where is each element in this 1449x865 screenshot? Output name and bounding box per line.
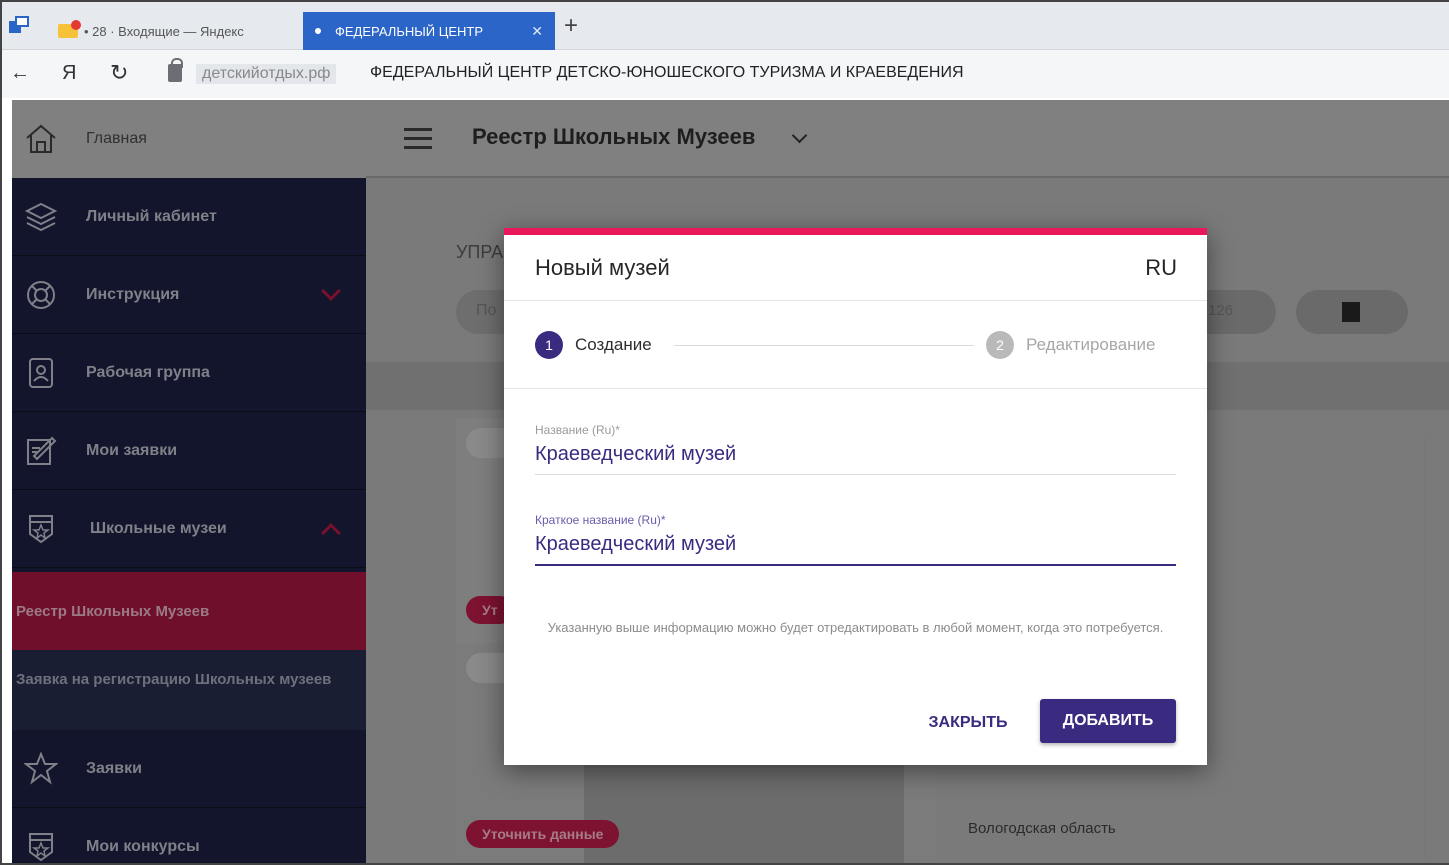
add-button[interactable]: ДОБАВИТЬ (1040, 699, 1176, 743)
sidebar-item-label: Личный кабинет (86, 207, 217, 225)
chevron-up-icon[interactable] (321, 523, 341, 543)
sidebar-home-label: Главная (86, 130, 147, 147)
map-button[interactable] (1296, 290, 1408, 334)
section-heading: УПРА (456, 242, 504, 262)
sidebar-item-school-museums[interactable]: Школьные музеи (12, 490, 366, 568)
sidebar: Главная Личный кабинет Инструкция Рабоча… (12, 100, 366, 863)
sidebar-item-my-applications[interactable]: Мои заявки (12, 412, 366, 490)
step-1-number[interactable]: 1 (535, 331, 563, 359)
back-arrow-icon[interactable]: ← (10, 62, 30, 85)
address-page-title[interactable]: ФЕДЕРАЛЬНЫЙ ЦЕНТР ДЕТСКО-ЮНОШЕСКОГО ТУРИ… (370, 64, 964, 82)
close-button[interactable]: ЗАКРЫТЬ (908, 703, 1028, 743)
sidebar-item-label: Мои заявки (86, 441, 178, 459)
sidebar-active-label: Реестр Школьных Музеев (16, 602, 210, 620)
region-label: Вологодская область (968, 820, 1116, 837)
mail-icon (58, 20, 81, 38)
new-tab-button[interactable]: + (564, 14, 578, 38)
tab-active-label: ФЕДЕРАЛЬНЫЙ ЦЕНТР (335, 23, 483, 39)
sidebar-item-registration-request[interactable]: Заявка на регистрацию Школьных музеев (12, 650, 366, 730)
short-name-field[interactable]: Краткое название (Ru)* Краеведческий муз… (535, 513, 1176, 566)
sidebar-item-instructions[interactable]: Инструкция (12, 256, 366, 334)
close-tab-icon[interactable]: ✕ (531, 23, 543, 40)
chevron-down-icon[interactable] (791, 127, 808, 144)
name-field-underline (535, 474, 1176, 475)
clarify-data-tag[interactable]: Уточнить данные (466, 820, 620, 848)
step-2-number[interactable]: 2 (986, 331, 1014, 359)
map-icon (1342, 302, 1360, 322)
sidebar-item-cabinet[interactable]: Личный кабинет (12, 178, 366, 256)
browser-window: • 28 · Входящие — Яндекс ФЕДЕРАЛЬНЫЙ ЦЕН… (0, 0, 1449, 865)
contest-icon (29, 832, 53, 861)
tab-active[interactable]: ФЕДЕРАЛЬНЫЙ ЦЕНТР ✕ (303, 12, 555, 50)
star-badge-icon (24, 751, 58, 785)
sidebar-item-my-contests[interactable]: Мои конкурсы (12, 808, 366, 863)
id-card-icon (29, 357, 53, 388)
address-domain[interactable]: детскийотдых.рф (196, 64, 337, 84)
sidebar-item-label: Рабочая группа (86, 363, 210, 381)
name-field-label: Название (Ru)* (535, 423, 620, 437)
yandex-button[interactable]: Я (62, 62, 76, 85)
menu-icon[interactable] (404, 128, 432, 149)
short-name-field-label: Краткое название (Ru)* (535, 513, 666, 527)
language-switch[interactable]: RU (1145, 255, 1177, 281)
divider (1424, 438, 1426, 858)
lifebuoy-icon (27, 280, 55, 309)
home-icon (26, 124, 56, 153)
top-bar: Реестр Школьных Музеев (366, 100, 1449, 178)
museum-icon (29, 514, 53, 543)
page-title[interactable]: Реестр Школьных Музеев (472, 124, 755, 150)
info-note: Указанную выше информацию можно будет от… (547, 620, 1164, 635)
sidebar-item-workgroup[interactable]: Рабочая группа (12, 334, 366, 412)
sidebar-sub-label: Заявка на регистрацию Школьных музеев (16, 671, 332, 688)
window-icon (9, 16, 29, 33)
chevron-down-icon[interactable] (321, 281, 341, 301)
short-name-field-value[interactable]: Краеведческий музей (535, 533, 1176, 556)
tab-bar: • 28 · Входящие — Яндекс ФЕДЕРАЛЬНЫЙ ЦЕН… (2, 2, 1449, 50)
sidebar-item-museum-registry[interactable]: Реестр Школьных Музеев (12, 572, 366, 650)
sidebar-item-requests[interactable]: Заявки (12, 730, 366, 808)
sidebar-item-home[interactable]: Главная (12, 100, 366, 178)
tab-dot-icon (315, 28, 321, 34)
tab-mail[interactable]: • 28 · Входящие — Яндекс (48, 14, 288, 48)
dialog-header: Новый музей RU (504, 235, 1207, 301)
step-2-label[interactable]: Редактирование (1026, 335, 1156, 355)
tab-mail-label: • 28 · Входящие — Яндекс (84, 23, 244, 39)
application-icon (27, 436, 57, 465)
lock-icon (168, 58, 183, 82)
sidebar-item-label: Заявки (86, 759, 142, 777)
dialog-title: Новый музей (535, 255, 670, 280)
name-field[interactable]: Название (Ru)* Краеведческий музей (535, 423, 1176, 475)
short-name-field-underline (535, 564, 1176, 566)
stepper: 1 Создание 2 Редактирование (504, 301, 1207, 389)
name-field-value[interactable]: Краеведческий музей (535, 443, 1176, 466)
sidebar-item-label: Инструкция (86, 285, 180, 303)
sidebar-item-label: Школьные музеи (90, 519, 227, 537)
new-museum-dialog: Новый музей RU 1 Создание 2 Редактирован… (504, 228, 1207, 765)
reload-icon[interactable]: ↻ (110, 60, 128, 86)
step-connector (674, 345, 974, 346)
sidebar-item-label: Мои конкурсы (86, 837, 200, 855)
step-1-label[interactable]: Создание (575, 335, 652, 355)
layers-icon (24, 202, 58, 231)
